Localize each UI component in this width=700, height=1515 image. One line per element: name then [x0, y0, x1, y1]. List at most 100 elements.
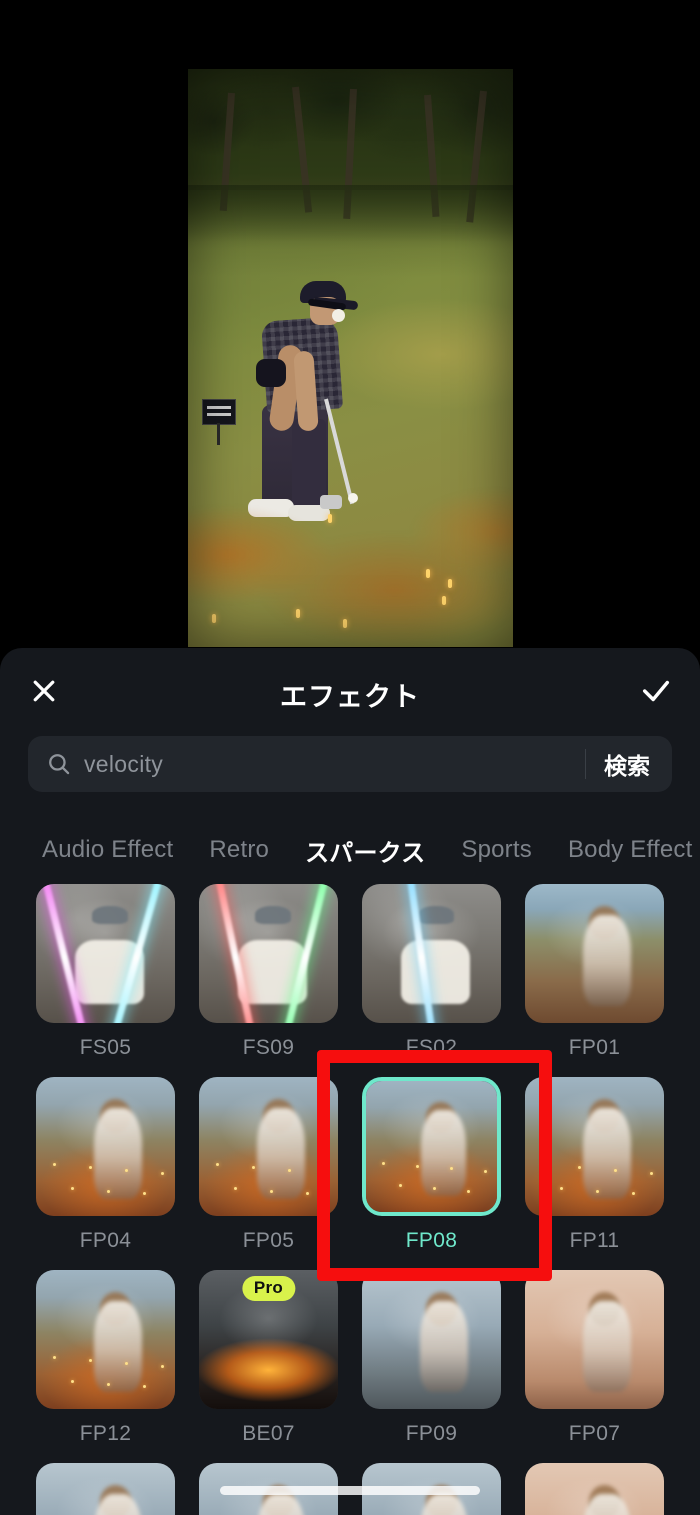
category-tabs[interactable]: Audio Effect Retro スパークス Sports Body Effect [0, 826, 700, 874]
thumbnail-spark [124, 1168, 128, 1172]
thumbnail-spark [88, 1165, 92, 1169]
thumbnail-spark [88, 1358, 92, 1362]
tab-label: スパークス [305, 839, 426, 867]
tab-retro[interactable]: Retro [191, 836, 287, 864]
effect-thumbnail[interactable] [525, 1270, 664, 1409]
tab-label: Body Effect [567, 836, 693, 863]
video-hill-shadow [188, 184, 513, 278]
effect-label: FS09 [242, 1036, 295, 1059]
thumbnail-spark [106, 1189, 110, 1193]
thumbnail-figure [583, 1107, 631, 1200]
effect-thumbnail[interactable] [36, 884, 175, 1023]
spark-effect-glow [188, 427, 513, 647]
effect-item-fp05[interactable]: FP05 [199, 1077, 338, 1270]
thumbnail-figure [94, 1107, 142, 1200]
thumbnail-spark [70, 1186, 74, 1190]
pro-badge: Pro [241, 1276, 296, 1301]
checkmark-icon[interactable] [632, 670, 680, 712]
effect-label: FP09 [405, 1422, 458, 1445]
thumbnail-figure [583, 1300, 631, 1393]
effect-item-fp09[interactable]: FP09 [362, 1270, 501, 1463]
video-preview-stage[interactable] [0, 0, 700, 648]
effect-thumbnail[interactable] [525, 884, 664, 1023]
effect-item[interactable] [525, 1463, 664, 1515]
panel-title: エフェクト [280, 682, 420, 712]
thumbnail-spark [70, 1379, 74, 1383]
thumbnail-spark [161, 1364, 165, 1368]
thumbnail-figure [583, 914, 631, 1007]
effect-thumbnail[interactable] [199, 1077, 338, 1216]
effect-thumbnail[interactable] [36, 1463, 175, 1515]
search-divider [585, 749, 586, 779]
thumbnail-spark [559, 1186, 563, 1190]
effect-item-fs02[interactable]: FS02 [362, 884, 501, 1077]
effects-grid[interactable]: FS05 FS09 FS02 FP01 FP04 FP05 FP08 FP11 FP12 Pro B… [0, 884, 700, 1515]
effect-thumbnail[interactable] [199, 884, 338, 1023]
effect-item-fp11[interactable]: FP11 [525, 1077, 664, 1270]
effect-thumbnail[interactable] [362, 1077, 501, 1216]
search-magnifier-icon [46, 751, 72, 777]
effect-label: FP07 [568, 1422, 621, 1445]
effect-label: FP08 [405, 1229, 458, 1252]
effect-thumbnail[interactable] [525, 1077, 664, 1216]
thumbnail-spark [613, 1168, 617, 1172]
effect-item-fp07[interactable]: FP07 [525, 1270, 664, 1463]
thumbnail-spark [483, 1170, 487, 1174]
thumbnail-spark [124, 1361, 128, 1365]
effect-item[interactable] [36, 1463, 175, 1515]
effect-item-fp08[interactable]: FP08 [362, 1077, 501, 1270]
thumbnail-spark [269, 1189, 273, 1193]
tab-sports[interactable]: Sports [443, 836, 550, 864]
effect-label: FS05 [79, 1036, 132, 1059]
thumbnail-figure [257, 1107, 305, 1200]
spark-particle [448, 579, 452, 588]
thumbnail-spark [251, 1165, 255, 1169]
search-bar[interactable]: 検索 [28, 736, 672, 792]
thumbnail-spark [287, 1168, 291, 1172]
thumbnail-figure [94, 1300, 142, 1393]
thumbnail-spark [106, 1382, 110, 1386]
effect-item-fp12[interactable]: FP12 [36, 1270, 175, 1463]
thumbnail-figure-cap [254, 906, 291, 925]
effect-item-fs09[interactable]: FS09 [199, 884, 338, 1077]
video-preview-frame[interactable] [188, 69, 513, 647]
effect-thumbnail[interactable] [362, 1270, 501, 1409]
effect-thumbnail[interactable]: Pro [199, 1270, 338, 1409]
tab-スパークス[interactable]: スパークス [287, 833, 443, 868]
tab-body-effect[interactable]: Body Effect [550, 836, 700, 864]
thumbnail-spark [577, 1165, 581, 1169]
tab-label: Sports [461, 836, 532, 863]
effect-item-fs05[interactable]: FS05 [36, 884, 175, 1077]
spark-particle [212, 614, 216, 623]
effect-thumbnail[interactable] [36, 1077, 175, 1216]
thumbnail-figure [420, 1300, 468, 1393]
search-submit-button[interactable]: 検索 [604, 747, 650, 781]
thumbnail-spark [233, 1186, 237, 1190]
effect-label: FP04 [79, 1229, 132, 1252]
thumbnail-figure-cap [417, 906, 454, 925]
effect-item-fp01[interactable]: FP01 [525, 884, 664, 1077]
app-root: エフェクト 検索 Audio Effect Retro スパークス Sports Bod… [0, 0, 700, 1515]
home-indicator-bar [220, 1486, 480, 1495]
thumbnail-spark [650, 1171, 654, 1175]
effect-label: FP05 [242, 1229, 295, 1252]
effect-label: FP11 [569, 1229, 620, 1252]
effect-item-be07[interactable]: Pro BE07 [199, 1270, 338, 1463]
search-input[interactable] [84, 750, 585, 778]
thumbnail-spark [161, 1171, 165, 1175]
thumbnail-spark [415, 1164, 419, 1168]
thumbnail-spark [466, 1189, 470, 1193]
thumbnail-spark [541, 1163, 545, 1167]
thumbnail-spark [52, 1163, 56, 1167]
tab-audio-effect[interactable]: Audio Effect [24, 836, 191, 864]
spark-particle [296, 609, 300, 618]
thumbnail-figure-cap [91, 906, 128, 925]
effect-thumbnail[interactable] [362, 884, 501, 1023]
thumbnail-spark [595, 1189, 599, 1193]
thumbnail-spark [324, 1171, 328, 1175]
thumbnail-spark [381, 1162, 385, 1166]
effect-thumbnail[interactable] [525, 1463, 664, 1515]
effect-item-fp04[interactable]: FP04 [36, 1077, 175, 1270]
effect-thumbnail[interactable] [36, 1270, 175, 1409]
thumbnail-spark [52, 1356, 56, 1360]
